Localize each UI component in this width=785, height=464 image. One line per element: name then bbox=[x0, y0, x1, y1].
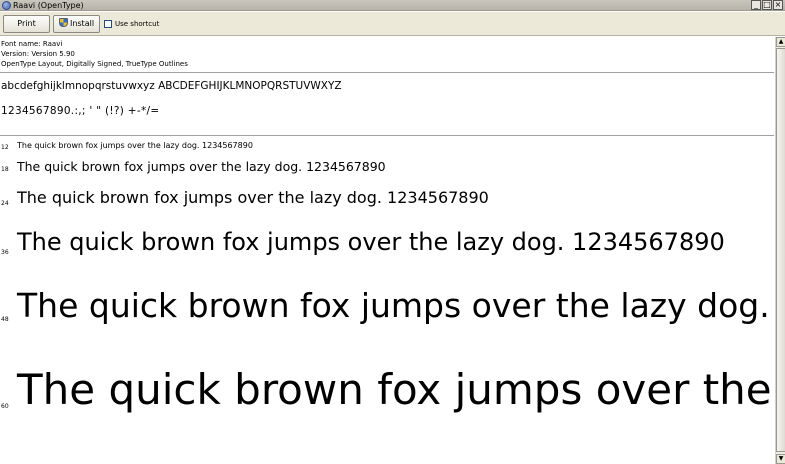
scroll-down-icon[interactable]: ▼ bbox=[776, 454, 785, 464]
sample-text: The quick brown fox jumps over the lazy … bbox=[17, 286, 774, 325]
shield-icon bbox=[58, 18, 68, 27]
scroll-thumb[interactable] bbox=[776, 48, 785, 452]
sample-text: The quick brown fox jumps over the lazy … bbox=[17, 188, 489, 207]
window-controls: _ □ × bbox=[751, 0, 783, 10]
sample-size: 12 bbox=[1, 144, 9, 151]
sample-text: The quick brown fox jumps over the lazy … bbox=[17, 228, 725, 256]
use-shortcut-label: Use shortcut bbox=[115, 20, 160, 28]
use-shortcut-option[interactable]: Use shortcut bbox=[104, 18, 159, 30]
alphabet-sample: abcdefghijklmnopqrstuvwxyz ABCDEFGHIJKLM… bbox=[1, 80, 342, 92]
window-title: Raavi (OpenType) bbox=[13, 1, 84, 10]
digits-sample: 1234567890.:,; ' " (!?) +-*/= bbox=[1, 105, 160, 117]
title-bar: Raavi (OpenType) _ □ × bbox=[0, 0, 785, 11]
font-name: Font name: Raavi bbox=[1, 40, 63, 48]
sample-text: The quick brown fox jumps over the lazy … bbox=[17, 141, 253, 150]
sample-text: The quick brown fox jumps over the lazy … bbox=[17, 159, 386, 174]
maximize-button[interactable]: □ bbox=[762, 0, 772, 10]
toolbar: Print Install Use shortcut bbox=[0, 12, 785, 36]
font-version: Version: Version 5.90 bbox=[1, 50, 75, 58]
font-preview-area: Font name: Raavi Version: Version 5.90 O… bbox=[0, 37, 774, 464]
sample-size: 18 bbox=[1, 166, 9, 173]
sample-size: 60 bbox=[1, 403, 9, 410]
sample-text: The quick brown fox jumps over the lazy … bbox=[17, 365, 774, 414]
install-button[interactable]: Install bbox=[53, 15, 100, 33]
sample-size: 48 bbox=[1, 316, 9, 323]
divider bbox=[0, 72, 774, 73]
print-button-label: Print bbox=[17, 19, 36, 28]
close-button[interactable]: × bbox=[773, 0, 783, 10]
minimize-button[interactable]: _ bbox=[751, 0, 761, 10]
font-app-icon bbox=[2, 1, 11, 10]
font-info: Font name: Raavi Version: Version 5.90 O… bbox=[1, 39, 188, 69]
print-button[interactable]: Print bbox=[3, 15, 50, 33]
font-type: OpenType Layout, Digitally Signed, TrueT… bbox=[1, 60, 188, 68]
sample-size: 36 bbox=[1, 249, 9, 256]
vertical-scrollbar[interactable]: ▲ ▼ bbox=[775, 37, 785, 464]
divider bbox=[0, 135, 774, 136]
scroll-up-icon[interactable]: ▲ bbox=[776, 37, 785, 47]
install-button-label: Install bbox=[69, 19, 95, 28]
use-shortcut-checkbox[interactable] bbox=[104, 20, 112, 28]
sample-size: 24 bbox=[1, 200, 9, 207]
